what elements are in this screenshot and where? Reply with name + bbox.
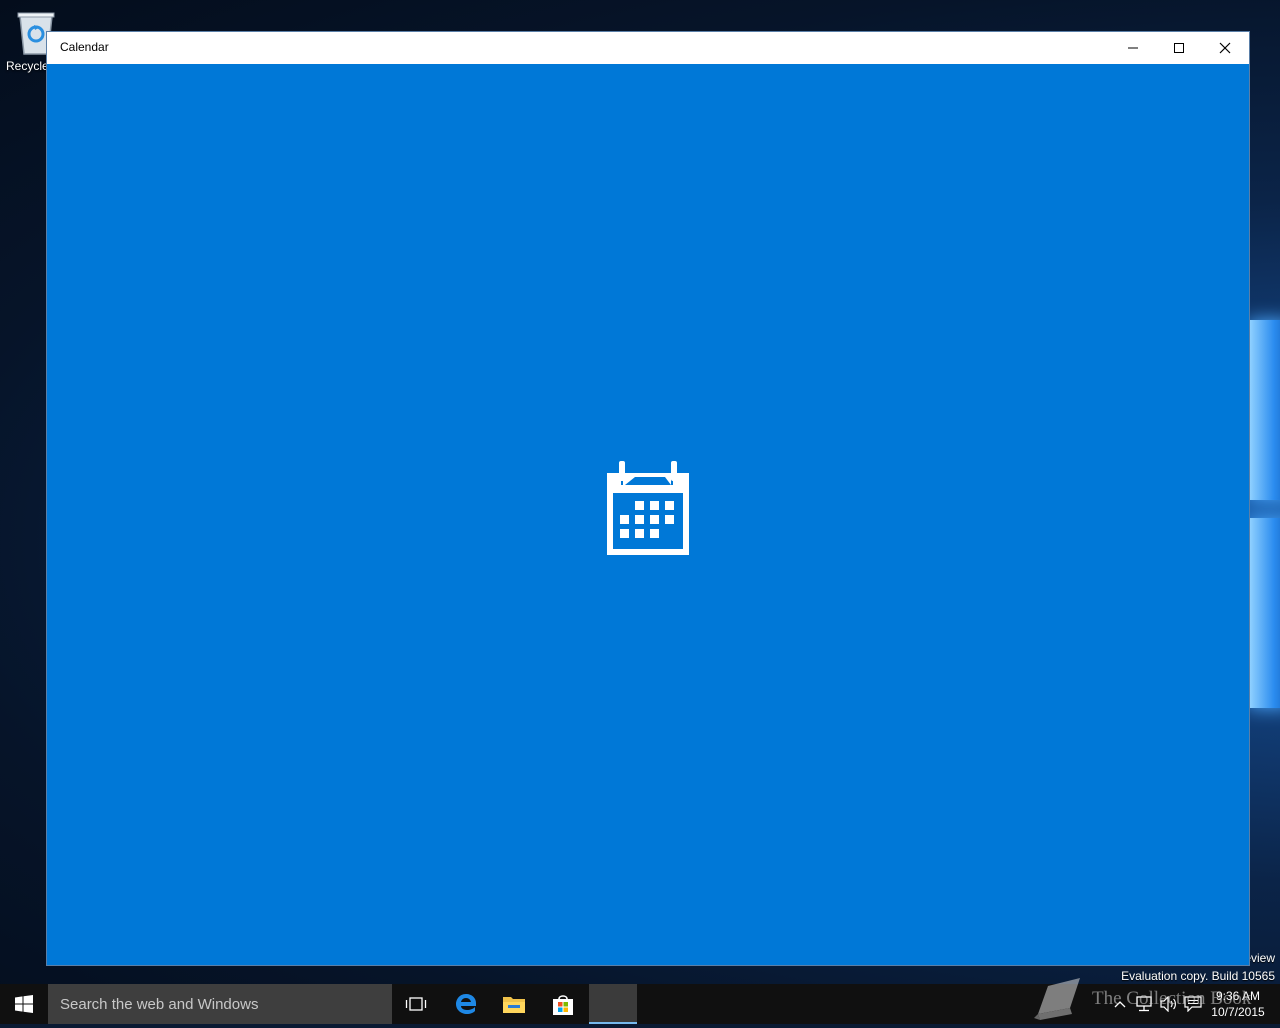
task-view-icon [405, 997, 427, 1011]
start-button[interactable] [0, 984, 48, 1024]
brand-text: The Collection Book [1092, 988, 1252, 1009]
task-view-button[interactable] [392, 984, 440, 1024]
file-explorer-button[interactable] [490, 984, 538, 1024]
minimize-button[interactable] [1110, 32, 1156, 64]
calendar-window: Calendar [47, 32, 1249, 965]
store-button[interactable] [539, 984, 587, 1024]
minimize-icon [1128, 47, 1138, 49]
edge-button[interactable] [442, 984, 490, 1024]
file-explorer-icon [503, 997, 525, 1013]
brand-overlay: The Collection Book [1030, 974, 1270, 1024]
calendar-taskbar-button[interactable] [589, 984, 637, 1024]
calendar-icon [607, 461, 689, 555]
maximize-icon [1174, 43, 1184, 53]
maximize-button[interactable] [1156, 32, 1202, 64]
store-icon [553, 995, 573, 1015]
title-bar[interactable]: Calendar [47, 32, 1249, 64]
windows-start-icon [15, 995, 33, 1013]
search-box[interactable]: Search the web and Windows [48, 984, 392, 1024]
window-title: Calendar [60, 40, 109, 54]
book-icon [1034, 978, 1080, 1020]
search-placeholder: Search the web and Windows [60, 996, 259, 1013]
close-button[interactable] [1202, 32, 1248, 64]
edge-icon [456, 994, 476, 1014]
close-icon [1219, 42, 1231, 54]
recycle-bin-label: Recycle [6, 59, 49, 73]
